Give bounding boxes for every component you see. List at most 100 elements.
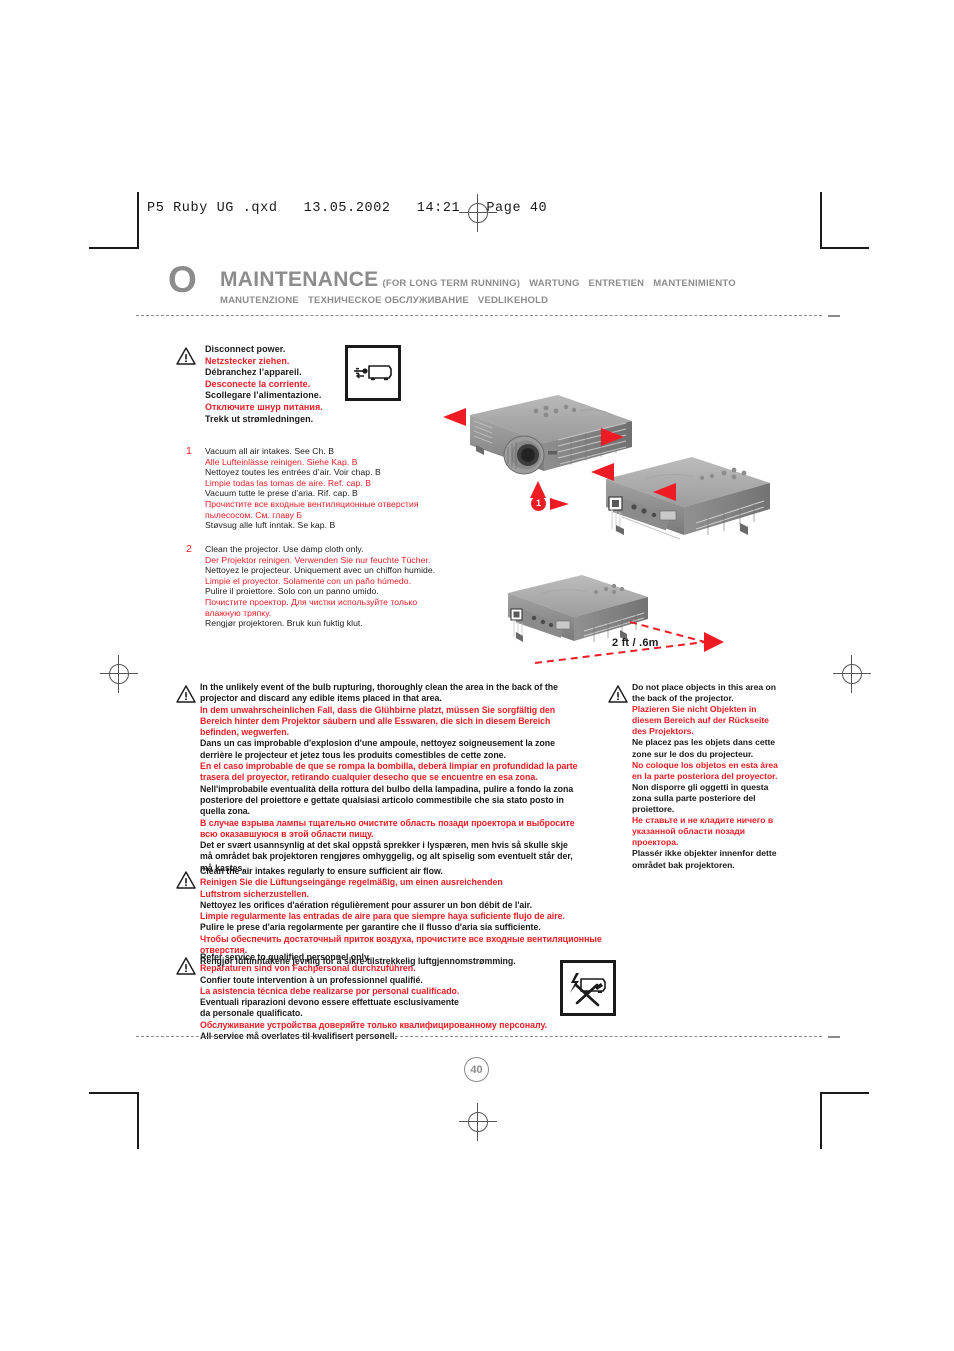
registration-mark-bottom [459,1103,497,1141]
section-letter: O [168,259,197,300]
disconnect-line-de: Netzstecker ziehen. [205,355,290,366]
footer-divider [136,1036,822,1037]
callout-badge-1: 1 [531,496,546,511]
bulb-line-es-1: En el caso improbable de que se rompa la… [200,761,578,772]
bulb-line-ru-1: В случае взрыва лампы тщательно очистите… [200,817,575,828]
obj-line-ru-1: Не ставьте и не кладите ничего в [632,815,774,826]
disconnect-power-text: Disconnect power. Netzstecker ziehen. Dé… [205,344,345,425]
intake-line-fr: Nettoyez les orifices d'aération réguliè… [200,899,533,910]
disconnect-line-it: Scollegare l’alimentazione. [205,390,322,401]
unplug-power-icon [354,365,392,381]
obj-line-no-1: Plassér ikke objekter innenfor dette [632,848,777,859]
obj-line-it-1: Non disporre gli oggetti in questa [632,781,769,792]
obj-line-fr-2: zone sur le dos du projecteur. [632,748,754,759]
step-number-1: 1 [186,445,192,457]
step-2-text: Clean the projector. Use damp cloth only… [205,544,445,629]
svc-line-es: La asistencia técnica debe realizarse po… [200,985,460,996]
svc-line-fr: Confier toute intervention à un professi… [200,974,423,985]
intake-arrow-front-left [443,408,466,426]
svc-line-en: Refer service to qualified personnel onl… [200,952,371,962]
title-line-primary: MAINTENANCE (FOR LONG TERM RUNNING) WARTUN… [220,268,860,292]
callout-arrow-right [550,498,569,510]
warning-bulb-rupture-text: In the unlikely event of the bulb ruptur… [200,682,580,874]
page-number: 40 [464,1057,489,1082]
bulb-line-en-2: projector and discard any edible items p… [200,693,442,704]
crop-mark-br-v [820,1092,822,1149]
step2-line-en: Clean the projector. Use damp cloth only… [205,544,364,554]
title-lang-es: MANTENIMIENTO [653,278,736,289]
intake-line-en: Clean the air intakes regularly to ensur… [200,866,443,876]
step1-line-en: Vacuum all air intakes. See Ch. B [205,446,335,456]
step2-line-es: Limpie el proyector. Solamente con un pa… [205,575,412,586]
projector-rear-illustration [606,457,770,540]
bulb-line-it-1: Nell'improbabile eventualità della rottu… [200,783,574,794]
svc-line-ru: Обслуживание устройства доверяйте только… [200,1019,548,1030]
registration-mark-right [833,655,871,693]
obj-line-no-2: området bak projektoren. [632,859,735,870]
bulb-line-no-2: må området bak projektoren rengjøres omh… [200,851,573,862]
disconnect-line-fr: Débranchez l’appareil. [205,367,302,378]
bulb-line-de-2: Bereich hinter dem Projektor säubern und… [200,715,551,726]
obj-line-es-2: en la parte posteriora del proyector. [632,770,778,781]
manual-page: P5 Ruby UG .qxd 13.05.2002 14:21 Page 40… [0,0,954,1351]
step-1-text: Vacuum all air intakes. See Ch. B Alle L… [205,446,435,531]
bulb-line-de-3: befinden, wegwerfen. [200,727,290,738]
title-lang-it: MANUTENZIONE [220,295,299,306]
svc-line-it-1: Eventuali riparazioni devono essere effe… [200,997,459,1008]
header-divider-tail [828,315,840,317]
warning-triangle-icon-bulb [176,685,196,703]
obj-line-it-3: proiettore. [632,804,675,815]
bulb-line-no-1: Det er svært usannsynlig at det skal opp… [200,840,568,851]
step1-line-ru-a: Прочистите все входные вентиляционные от… [205,498,419,509]
step2-line-ru-a: Почистите проектор. Для чистки используй… [205,596,418,607]
bulb-line-ru-2: всю оказавшуюся в этой области пищу. [200,828,374,839]
warning-triangle-icon-intakes [176,871,196,889]
crop-mark-tl-h [89,247,137,249]
obj-line-de-1: Plazieren Sie nicht Objekten in [632,704,757,715]
step2-line-de: Der Projektor reinigen. Verwenden Sie nu… [205,554,431,565]
bulb-line-en-1: In the unlikely event of the bulb ruptur… [200,682,558,692]
warning-triangle-icon-disconnect [176,347,196,365]
bulb-line-it-3: quella zona. [200,806,251,817]
intake-line-de-1: Reinigen Sie die Lüftungseingänge regelm… [200,877,503,888]
disconnect-line-no: Trekk ut strømledningen. [205,413,314,424]
step1-line-no: Støvsug alle luft inntak. Se kap. B [205,520,336,531]
step2-line-fr: Nettoyez le projecteur. Uniquement avec … [205,565,436,576]
bulb-line-fr-1: Dans un cas improbable d'explosion d'une… [200,738,556,749]
unplug-power-icon-box [345,345,401,401]
file-slug: P5 Ruby UG .qxd 13.05.2002 14:21 Page 40 [147,201,548,216]
obj-line-es-1: No coloque los objetos en esta área [632,759,778,770]
title-paren: (FOR LONG TERM RUNNING) [382,278,521,289]
step1-line-it: Vacuum tutte le prese d’aria. Rif. cap. … [205,488,358,499]
no-service-shock-icon [570,973,606,1007]
crop-mark-bl-h [89,1092,137,1094]
obj-line-en-2: the back of the projector. [632,693,734,704]
clearance-distance-label: 2 ft / .6m [612,637,659,649]
bulb-line-es-2: trasera del proyector, retirando cualqui… [200,772,538,783]
svc-line-de: Reparaturen sind von Fachpersonal durchz… [200,963,416,974]
intake-line-de-2: Luftstrom sicherzustellen. [200,888,309,899]
page-title: MAINTENANCE [220,268,379,291]
step2-line-ru-b: влажную тряпку. [205,607,272,618]
warning-no-objects-text: Do not place objects in this area on the… [632,682,810,871]
crop-mark-bl-v [137,1092,139,1149]
step1-line-es: Limpie todas las tomas de aire. Ref. cap… [205,477,371,488]
title-line-secondary: MANUTENZIONE ТЕХНИЧЕСКОЕ ОБСЛУЖИВАНИЕ VEDL… [220,295,860,306]
bulb-line-de-1: In dem unwahrscheinlichen Fall, dass die… [200,704,556,715]
intake-arrow-rear-front [653,483,676,501]
step1-line-de: Alle Lufteinlässe reinigen. Siehe Kap. B [205,456,358,467]
obj-line-ru-2: указанной области позади [632,826,745,837]
step1-line-ru-b: пылесосом. См. главу Б [205,509,303,520]
obj-line-de-2: diesem Bereich auf der Rückseite [632,715,769,726]
footer-divider-tail [828,1036,840,1038]
step2-line-no: Rengjør projektoren. Bruk kun fuktig klu… [205,618,363,629]
bulb-line-fr-2: derrière le projecteur et jetez tous les… [200,749,506,760]
step1-line-fr: Nettoyez toutes les entrées d’air. Voir … [205,467,381,478]
title-lang-ru: ТЕХНИЧЕСКОЕ ОБСЛУЖИВАНИЕ [307,295,469,306]
crop-mark-tr-h [821,247,869,249]
crop-mark-br-h [821,1092,869,1094]
obj-line-it-2: zona sulla parte posteriore del [632,792,756,803]
intake-line-es: Limpie regularmente las entradas de aire… [200,911,565,922]
warning-triangle-icon-service [176,957,196,975]
crop-mark-tr-v [820,192,822,249]
